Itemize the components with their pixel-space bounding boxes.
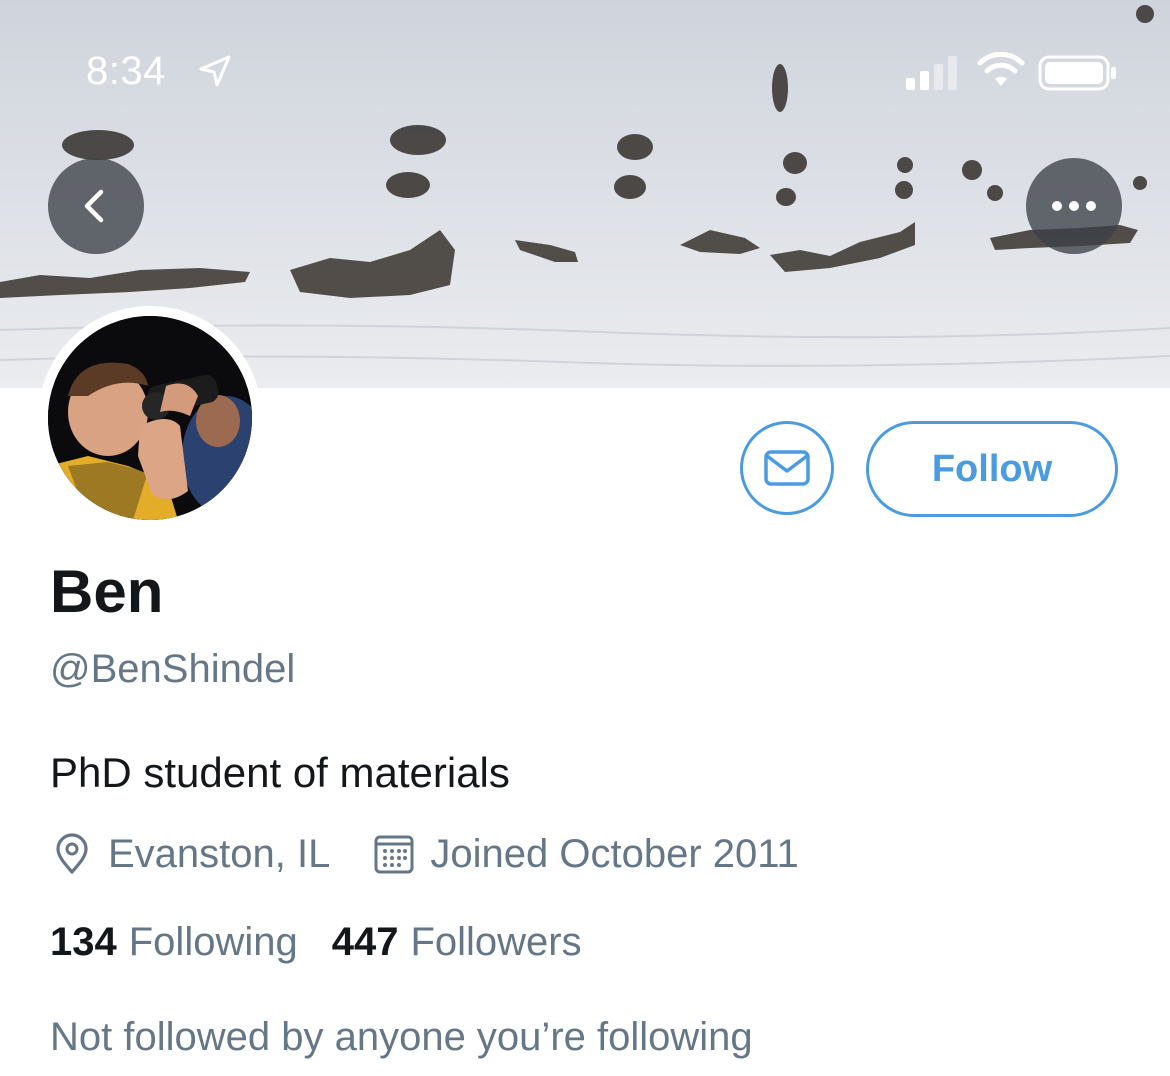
joined-date-text: Joined October 2011 — [430, 831, 799, 876]
profile-bio: PhD student of materials — [50, 749, 510, 796]
followers-label: Followers — [410, 919, 582, 964]
follow-button[interactable]: Follow — [866, 421, 1118, 517]
profile-meta-row: Evanston, IL Joined October 2011 — [50, 828, 799, 880]
envelope-icon — [764, 450, 810, 486]
location-text: Evanston, IL — [108, 831, 331, 876]
status-time: 8:34 — [86, 49, 166, 93]
display-name: Ben — [50, 558, 164, 625]
following-link[interactable]: 134 Following — [50, 920, 298, 965]
followers-count: 447 — [331, 919, 399, 964]
signal-icon — [906, 56, 957, 90]
profile-avatar[interactable] — [38, 306, 262, 530]
calendar-icon — [372, 832, 416, 876]
message-button[interactable] — [740, 421, 834, 515]
back-button[interactable] — [48, 158, 144, 254]
avatar-photo — [48, 316, 252, 520]
location-pin-icon — [50, 832, 94, 876]
followers-link[interactable]: 447 Followers — [332, 920, 582, 965]
chevron-left-icon — [84, 189, 104, 223]
wifi-icon — [977, 52, 1025, 86]
following-label: Following — [128, 919, 298, 964]
more-options-button[interactable] — [1026, 158, 1122, 254]
following-count: 134 — [50, 919, 117, 964]
follow-counts-row: 134 Following 447 Followers — [50, 916, 582, 968]
battery-icon — [1038, 55, 1116, 91]
profile-page: 8:34 Follow Ben @BenShindel PhD student … — [0, 0, 1170, 1076]
location-arrow-icon — [199, 55, 231, 87]
user-handle: @BenShindel — [50, 647, 296, 691]
followed-by-text: Not followed by anyone you’re following — [50, 1015, 753, 1059]
ellipsis-icon — [1052, 201, 1096, 211]
